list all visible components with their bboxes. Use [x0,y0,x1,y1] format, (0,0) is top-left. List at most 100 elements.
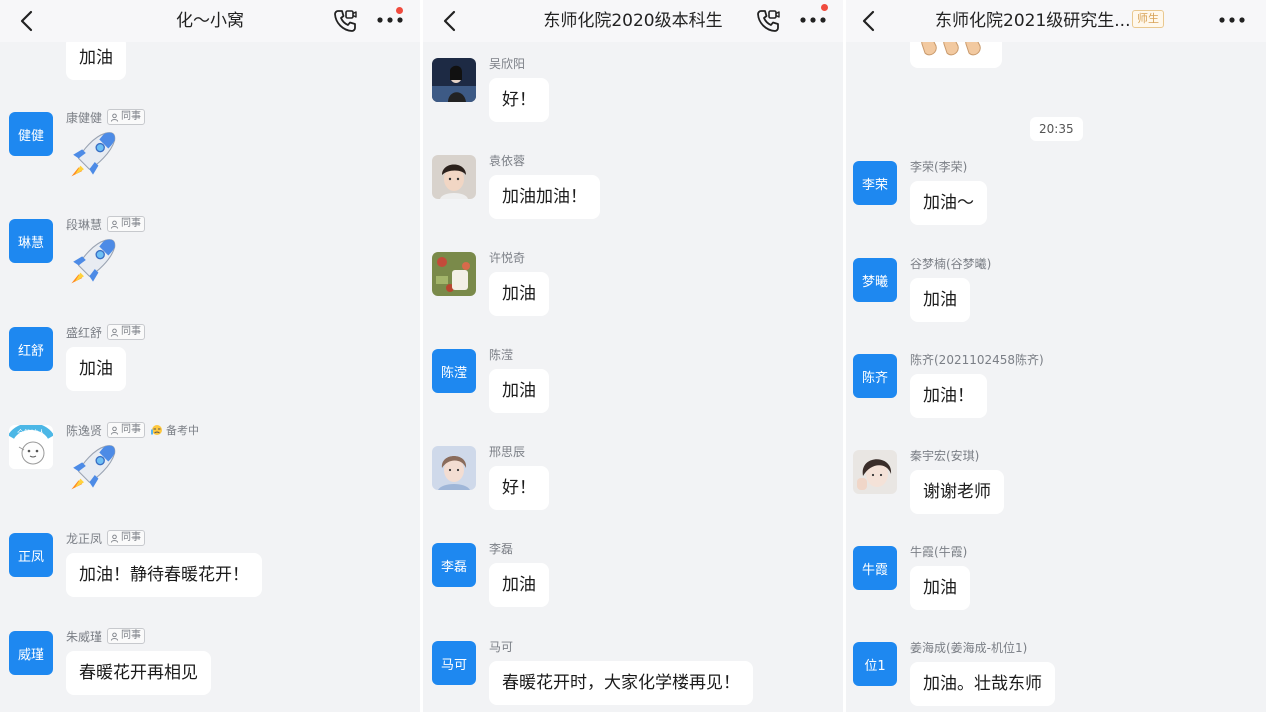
avatar[interactable]: 马可 [432,641,476,685]
chat-panel-xiaowo: 加油 化～小窝 健健 康健健 同事 琳慧 段琳慧 同事 红舒 盛红舒 同事 加油 [0,0,420,712]
sender-row: 李磊 [489,539,513,557]
sender-name[interactable]: 陈逸贤 [66,422,102,439]
sender-name[interactable]: 陈滢 [489,346,513,363]
sender-name[interactable]: 许悦奇 [489,249,525,266]
svg-text:全能达人: 全能达人 [17,428,45,437]
sender-row: 朱威瑾 同事 [66,627,146,645]
sender-row: 段琳慧 同事 [66,215,146,233]
sender-name[interactable]: 朱威瑾 [66,628,102,645]
more-icon[interactable] [799,16,827,24]
avatar[interactable]: 红舒 [9,327,53,371]
colleague-person-icon [110,632,119,641]
photo-avatar-icon [432,252,476,296]
colleague-badge: 同事 [107,324,146,340]
sender-name[interactable]: 盛红舒 [66,324,102,341]
rocket-icon[interactable] [66,126,120,180]
message-bubble[interactable]: 加油 [489,369,549,413]
sender-name[interactable]: 秦宇宏(安琪) [910,447,979,464]
message-bubble[interactable]: 加油 [66,347,126,391]
sender-name[interactable]: 李磊 [489,540,513,557]
sender-name[interactable]: 李荣(李荣) [910,158,967,175]
back-arrow-icon[interactable] [858,9,882,33]
message-bubble[interactable]: 加油加油！ [489,175,600,219]
sender-row: 龙正凤 同事 [66,529,146,547]
message-bubble[interactable]: 加油 [66,36,126,80]
avatar[interactable] [432,252,476,296]
sender-row: 牛霞(牛霞) [910,542,967,560]
avatar[interactable] [432,58,476,102]
sender-name[interactable]: 吴欣阳 [489,55,525,72]
message-bubble[interactable]: 加油！静待春暖花开！ [66,553,262,597]
colleague-person-icon [110,534,119,543]
avatar[interactable] [432,155,476,199]
teacher-student-tag: 师生 [1132,10,1164,28]
video-call-icon[interactable] [754,7,782,35]
avatar[interactable]: 位1 [853,642,897,686]
rocket-icon[interactable] [66,439,120,493]
sender-row: 谷梦楠(谷梦曦) [910,254,991,272]
sender-name[interactable]: 牛霞(牛霞) [910,543,967,560]
chat-title: 东师化院2021级研究生... [935,11,1131,31]
message-bubble[interactable]: 加油 [489,563,549,607]
sender-name[interactable]: 袁依蓉 [489,152,525,169]
sender-row: 李荣(李荣) [910,157,967,175]
chat-header: 东师化院2021级研究生... 师生 [846,0,1266,42]
colleague-badge: 同事 [107,628,146,644]
message-bubble[interactable]: 加油 [489,272,549,316]
sender-row: 袁依蓉 [489,151,525,169]
sender-row: 秦宇宏(安琪) [910,446,979,464]
avatar[interactable]: 健健 [9,112,53,156]
avatar[interactable]: 陈滢 [432,349,476,393]
sender-name[interactable]: 段琳慧 [66,216,102,233]
sender-row: 邢思辰 [489,442,525,460]
message-bubble[interactable]: 加油！ [910,374,987,418]
avatar[interactable]: 陈齐 [853,354,897,398]
sender-row: 许悦奇 [489,248,525,266]
message-bubble[interactable]: 加油～ [910,181,987,225]
sender-name[interactable]: 姜海成(姜海成-机位1) [910,639,1027,656]
avatar[interactable]: 牛霞 [853,546,897,590]
colleague-person-icon [110,113,119,122]
avatar[interactable]: 李磊 [432,543,476,587]
sender-name[interactable]: 陈齐(2021102458陈齐) [910,351,1044,368]
sender-row: 康健健 同事 [66,108,146,126]
avatar[interactable]: 琳慧 [9,219,53,263]
notification-dot [396,7,403,14]
sender-name[interactable]: 康健健 [66,109,102,126]
avatar[interactable] [432,446,476,490]
photo-avatar-icon [853,450,897,494]
avatar[interactable]: 威瑾 [9,631,53,675]
message-bubble[interactable]: 好！ [489,78,549,122]
avatar[interactable] [853,450,897,494]
message-bubble[interactable]: 加油。壮哉东师 [910,662,1055,706]
message-bubble[interactable]: 谢谢老师 [910,470,1004,514]
sender-name[interactable]: 谷梦楠(谷梦曦) [910,255,991,272]
avatar[interactable]: 正凤 [9,533,53,577]
avatar[interactable]: 李荣 [853,161,897,205]
colleague-badge: 同事 [107,216,146,232]
colleague-person-icon [110,328,119,337]
message-bubble[interactable]: 春暖花开时，大家化学楼再见！ [489,661,753,705]
avatar[interactable]: 梦曦 [853,258,897,302]
message-bubble[interactable]: 好！ [489,466,549,510]
sender-name[interactable]: 马可 [489,638,513,655]
avatar[interactable]: 全能达人 [9,425,53,469]
chat-panel-undergrad-2020: 东师化院2020级本科生 吴欣阳 好！ 袁依蓉 加油加油！ 许悦奇 加油 陈滢 … [423,0,843,712]
photo-avatar-icon [432,58,476,102]
status-badge: 备考中 [150,422,199,438]
more-icon[interactable] [376,16,404,24]
more-icon[interactable] [1218,16,1246,24]
message-bubble[interactable]: 加油 [910,566,970,610]
colleague-person-icon [110,220,119,229]
message-bubble[interactable]: 加油 [910,278,970,322]
chat-header: 化～小窝 [0,0,420,42]
rocket-icon[interactable] [66,233,120,287]
timestamp: 20:35 [1030,117,1083,141]
sender-name[interactable]: 邢思辰 [489,443,525,460]
message-bubble[interactable]: 春暖花开再相见 [66,651,211,695]
cartoon-sticker-icon: 全能达人 [9,425,53,469]
sender-row: 陈逸贤 同事 备考中 [66,421,199,439]
sender-name[interactable]: 龙正凤 [66,530,102,547]
video-call-icon[interactable] [331,7,359,35]
sender-row: 姜海成(姜海成-机位1) [910,638,1027,656]
